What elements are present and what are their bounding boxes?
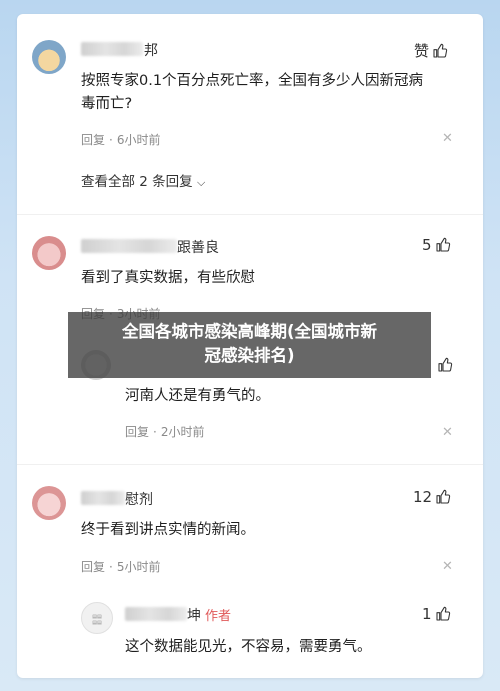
- article-title-overlay: 全国各城市感染高峰期(全国城市新 冠感染排名): [68, 312, 431, 378]
- reply-meta: 回复 · 2小时前: [125, 423, 204, 440]
- overlay-title-line: 冠感染排名): [204, 346, 295, 365]
- like-count: 赞: [414, 42, 430, 60]
- close-icon[interactable]: ✕: [442, 559, 453, 574]
- like-button[interactable]: [437, 357, 453, 373]
- thumb-up-icon: [437, 357, 453, 373]
- username-blurred: [81, 42, 143, 56]
- meta-separator: ·: [109, 560, 113, 574]
- username-suffix-text: 坤: [187, 608, 201, 624]
- thumb-up-icon: [435, 606, 451, 622]
- like-button[interactable]: 1: [422, 605, 451, 623]
- username-blurred: [81, 239, 177, 253]
- thumb-up-icon: [435, 489, 451, 505]
- chevron-down-icon: ⌵: [196, 176, 206, 189]
- meta-separator: ·: [109, 133, 113, 147]
- username-suffix[interactable]: 跟善良: [177, 237, 219, 257]
- username-blurred: [81, 491, 125, 505]
- close-icon[interactable]: ✕: [442, 425, 453, 440]
- reply-button[interactable]: 回复: [81, 133, 105, 147]
- comment-text: 终于看到讲点实情的新闻。: [81, 522, 255, 538]
- username-suffix[interactable]: 慰剂: [125, 489, 153, 509]
- username-suffix[interactable]: 坤作者: [187, 605, 231, 625]
- reply-avatar[interactable]: ▤▤ ▤▤: [81, 602, 113, 634]
- reply-text: 这个数据能见光，不容易，需要勇气。: [125, 639, 372, 655]
- thumb-up-icon: [435, 237, 451, 253]
- meta-separator: ·: [153, 425, 157, 439]
- like-count: 12: [413, 488, 433, 506]
- timestamp: 5小时前: [116, 560, 161, 574]
- timestamp: 6小时前: [116, 133, 161, 147]
- avatar-graphic: ▤▤ ▤▤: [92, 614, 102, 626]
- username-suffix[interactable]: 邦: [144, 40, 158, 60]
- like-button[interactable]: 12: [413, 488, 451, 506]
- username-blurred: [125, 607, 187, 621]
- comment-text-line: 按照专家0.1个百分点死亡率，全国有多少人因新冠病: [81, 73, 424, 89]
- comment-text: 看到了真实数据，有些欣慰: [81, 270, 255, 286]
- comment-text: 按照专家0.1个百分点死亡率，全国有多少人因新冠病 毒而亡?: [81, 70, 471, 116]
- like-count: 5: [422, 236, 432, 254]
- comment-meta: 回复 · 5小时前: [81, 558, 160, 575]
- avatar[interactable]: [32, 486, 66, 520]
- avatar[interactable]: [32, 40, 66, 74]
- view-all-replies-label: 查看全部 2 条回复: [81, 174, 193, 190]
- overlay-title-line: 全国各城市感染高峰期(全国城市新: [121, 322, 378, 341]
- divider: [17, 464, 483, 465]
- reply-button[interactable]: 回复: [81, 560, 105, 574]
- avatar[interactable]: [32, 236, 66, 270]
- reply-text: 河南人还是有勇气的。: [125, 388, 270, 404]
- comment-text-line: 毒而亡?: [81, 96, 133, 112]
- thumb-up-icon: [432, 43, 448, 59]
- divider: [17, 214, 483, 215]
- close-icon[interactable]: ✕: [442, 131, 453, 146]
- view-all-replies-link[interactable]: 查看全部 2 条回复 ⌵: [81, 170, 205, 190]
- like-count: 1: [422, 605, 432, 623]
- like-button[interactable]: 5: [422, 236, 451, 254]
- timestamp: 2小时前: [160, 425, 205, 439]
- author-badge: 作者: [205, 609, 232, 624]
- comment-meta: 回复 · 6小时前: [81, 131, 160, 148]
- like-button[interactable]: 赞: [414, 40, 448, 61]
- reply-button[interactable]: 回复: [125, 425, 149, 439]
